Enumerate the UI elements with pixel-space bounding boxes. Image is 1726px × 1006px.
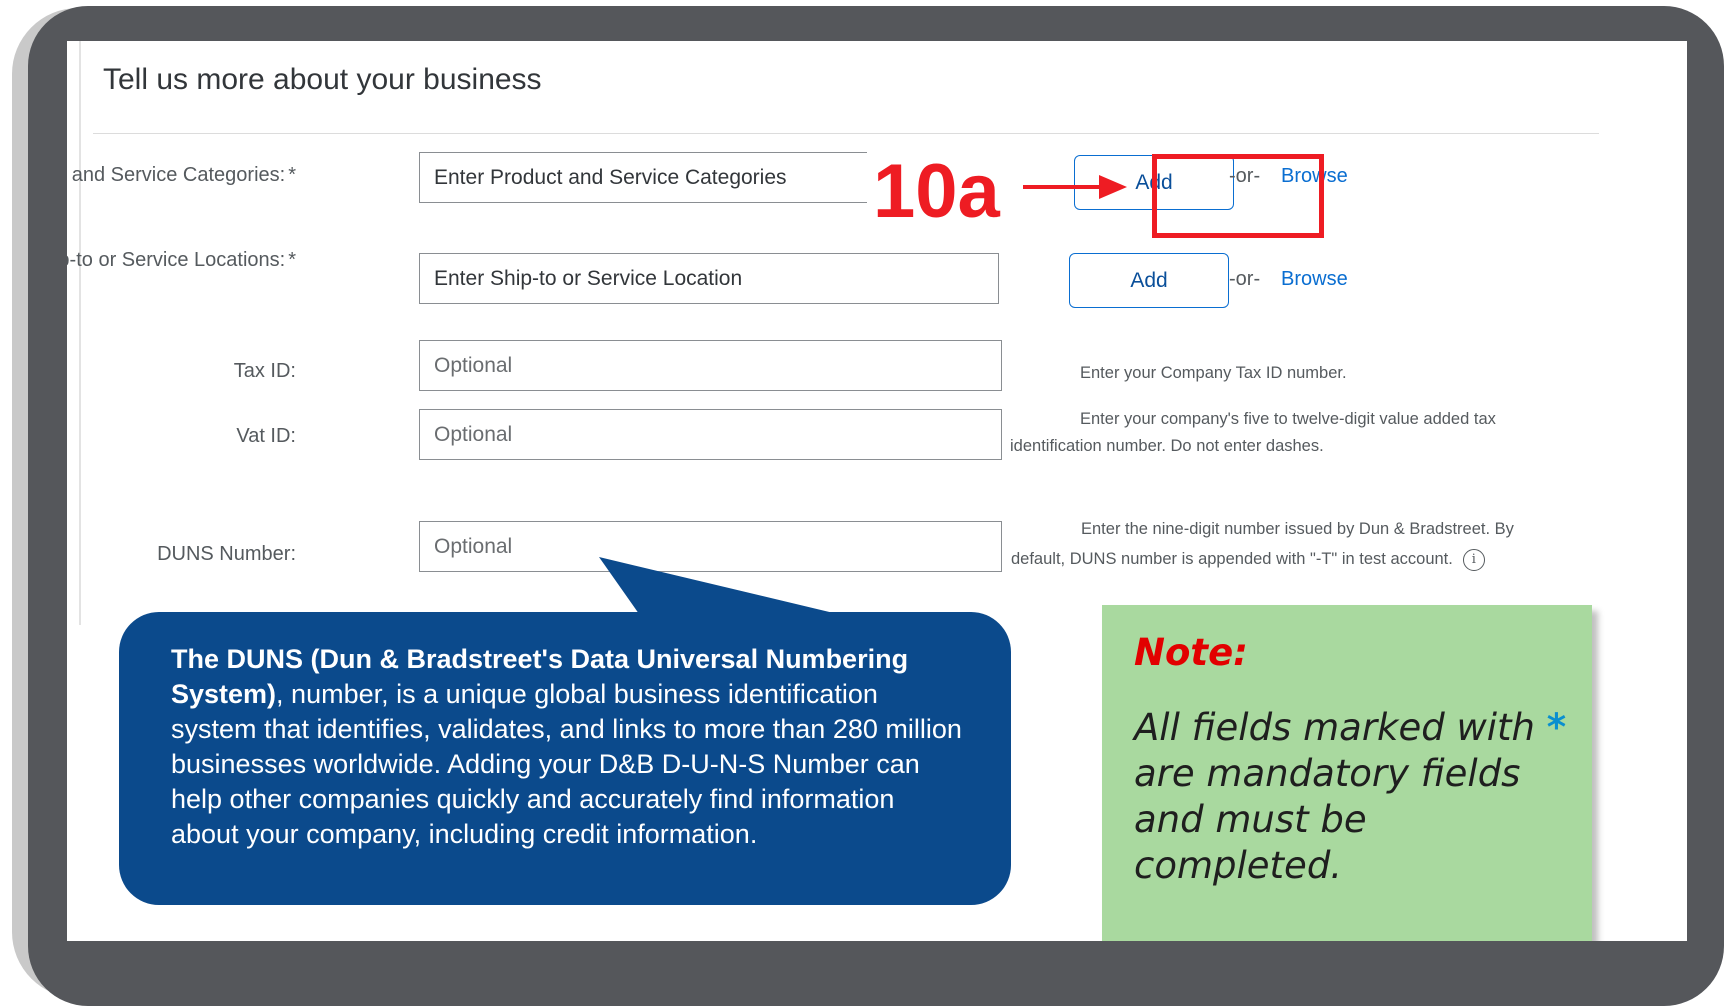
screen: Tell us more about your business Product… bbox=[67, 41, 1687, 941]
vat-id-help-line-2: identification number. Do not enter dash… bbox=[1010, 437, 1324, 455]
or-separator: -or- bbox=[1229, 268, 1261, 290]
add-button-highlight bbox=[1152, 154, 1324, 238]
tax-id-help-text: Enter your Company Tax ID number. bbox=[1080, 364, 1347, 382]
info-icon[interactable]: i bbox=[1462, 548, 1485, 571]
note-title: Note: bbox=[1134, 631, 1248, 674]
right-arrow-icon bbox=[1023, 175, 1127, 199]
note-panel: Note: All fields marked with * are manda… bbox=[1102, 605, 1592, 941]
duns-help-line-2: default, DUNS number is appended with "-… bbox=[1011, 545, 1485, 573]
duns-explanation-callout: The DUNS (Dun & Bradstreet's Data Univer… bbox=[119, 612, 1011, 905]
vat-id-help-line-1: Enter your company's five to twelve-digi… bbox=[1080, 410, 1496, 428]
callout-text: , number, is a unique global business id… bbox=[171, 679, 962, 849]
asterisk-icon: * bbox=[1546, 706, 1567, 749]
note-text: All fields marked with * are mandatory f… bbox=[1134, 706, 1567, 887]
browse-ship-to-link[interactable]: Browse bbox=[1281, 268, 1348, 291]
duns-help-line-1: Enter the nine-digit number issued by Du… bbox=[1081, 520, 1514, 538]
add-ship-to-button[interactable]: Add bbox=[1069, 253, 1229, 308]
callout-pointer bbox=[599, 557, 867, 621]
